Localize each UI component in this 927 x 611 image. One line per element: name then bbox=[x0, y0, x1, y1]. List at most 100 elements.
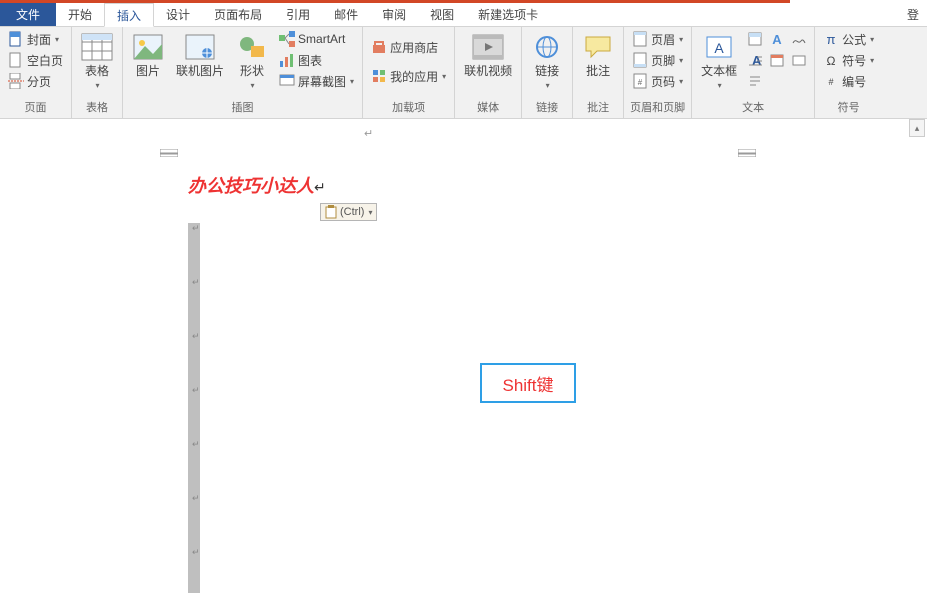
tab-newtab[interactable]: 新建选项卡 bbox=[466, 3, 550, 26]
picture-icon bbox=[132, 31, 164, 63]
chart-button[interactable]: 图表 bbox=[276, 50, 357, 70]
group-addins-label: 加载项 bbox=[368, 97, 449, 118]
my-apps-icon bbox=[371, 68, 387, 84]
page-break-label: 分页 bbox=[27, 73, 51, 90]
online-picture-button[interactable]: 联机图片 bbox=[172, 29, 228, 78]
svg-text:A: A bbox=[714, 40, 724, 56]
footer-label: 页脚 bbox=[651, 52, 675, 69]
paragraph-mark-icon: ↵ bbox=[192, 223, 200, 234]
smartart-label: SmartArt bbox=[298, 32, 345, 46]
shapes-icon bbox=[236, 31, 268, 63]
group-addins: 应用商店 我的应用 ▾ 加载项 bbox=[363, 27, 455, 118]
chevron-down-icon: ▾ bbox=[679, 35, 683, 44]
blank-page-button[interactable]: 空白页 bbox=[5, 50, 66, 70]
callout-text: Shift键 bbox=[502, 371, 553, 396]
screenshot-button[interactable]: 屏幕截图 ▾ bbox=[276, 71, 357, 91]
scroll-up-button[interactable]: ▴ bbox=[909, 119, 925, 137]
title-content: 办公技巧小达人 bbox=[188, 176, 314, 196]
object-button[interactable] bbox=[789, 50, 809, 70]
symbol-label: 符号 bbox=[842, 52, 866, 69]
comment-icon bbox=[582, 31, 614, 63]
group-media: 联机视频 媒体 bbox=[455, 27, 522, 118]
tab-references[interactable]: 引用 bbox=[274, 3, 322, 26]
smartart-button[interactable]: SmartArt bbox=[276, 29, 357, 49]
dropcap-button[interactable]: A bbox=[745, 50, 765, 70]
paste-options-button[interactable]: (Ctrl) ▾ bbox=[320, 203, 377, 221]
store-button[interactable]: 应用商店 bbox=[368, 37, 449, 57]
page-break-button[interactable]: 分页 bbox=[5, 71, 66, 91]
chevron-down-icon: ▾ bbox=[546, 81, 550, 90]
wordart-button[interactable]: A bbox=[767, 29, 787, 49]
group-links-label: 链接 bbox=[527, 97, 567, 118]
link-button[interactable]: 链接 ▾ bbox=[527, 29, 567, 92]
tab-layout[interactable]: 页面布局 bbox=[202, 3, 274, 26]
footer-button[interactable]: 页脚▾ bbox=[629, 50, 686, 70]
margin-marker-right-icon bbox=[738, 149, 756, 157]
quick-parts-button[interactable] bbox=[745, 29, 765, 49]
tab-review[interactable]: 审阅 bbox=[370, 3, 418, 26]
margin-marker-left-icon bbox=[160, 149, 178, 157]
comment-button[interactable]: 批注 bbox=[578, 29, 618, 78]
number-icon: # bbox=[823, 73, 839, 89]
screenshot-label: 屏幕截图 bbox=[298, 73, 346, 90]
number-label: 编号 bbox=[842, 73, 866, 90]
svg-text:A: A bbox=[772, 32, 782, 47]
tab-mail[interactable]: 邮件 bbox=[322, 3, 370, 26]
chevron-down-icon: ▾ bbox=[350, 77, 354, 86]
group-tables: 表格 ▾ 表格 bbox=[72, 27, 123, 118]
chevron-down-icon: ▾ bbox=[96, 81, 100, 90]
blank-page-icon bbox=[8, 52, 24, 68]
textbox-button[interactable]: A 文本框▾ bbox=[697, 29, 741, 92]
table-label: 表格 bbox=[85, 64, 109, 78]
shapes-button[interactable]: 形状▾ bbox=[232, 29, 272, 92]
tab-file[interactable]: 文件 bbox=[0, 3, 56, 26]
group-pages-label: 页面 bbox=[5, 97, 66, 118]
link-label: 链接 bbox=[535, 64, 559, 78]
page-number-icon: # bbox=[632, 73, 648, 89]
chevron-down-icon: ▾ bbox=[442, 72, 446, 81]
group-text: A 文本框▾ A A 文本 bbox=[692, 27, 815, 118]
number-button[interactable]: # 编号 bbox=[820, 71, 877, 91]
symbol-button[interactable]: Ω 符号▾ bbox=[820, 50, 877, 70]
paragraph-mark-icon: ↵ bbox=[192, 277, 200, 288]
ribbon: 封面▾ 空白页 分页 页面 表格 ▾ 表格 bbox=[0, 27, 927, 119]
paragraph-mark-icon: ↵ bbox=[314, 181, 326, 196]
document-area[interactable]: ▴ ↵ 办公技巧小达人↵ (Ctrl) ▾ ↵ ↵ ↵ ↵ ↵ ↵ ↵ Shif… bbox=[0, 119, 927, 611]
signature-button[interactable] bbox=[789, 29, 809, 49]
svg-text:Ω: Ω bbox=[827, 54, 836, 68]
my-apps-label: 我的应用 bbox=[390, 68, 438, 85]
chevron-down-icon: ▾ bbox=[679, 77, 683, 86]
tab-home[interactable]: 开始 bbox=[56, 3, 104, 26]
picture-button[interactable]: 图片 bbox=[128, 29, 168, 78]
equation-button[interactable]: π 公式▾ bbox=[820, 29, 877, 49]
text-misc-button[interactable] bbox=[745, 71, 765, 91]
online-video-button[interactable]: 联机视频 bbox=[460, 29, 516, 78]
page[interactable]: ↵ 办公技巧小达人↵ (Ctrl) ▾ ↵ ↵ ↵ ↵ ↵ ↵ ↵ Shift键 bbox=[80, 127, 840, 597]
cover-page-icon bbox=[8, 31, 24, 47]
paragraph-mark-icon: ↵ bbox=[192, 439, 200, 450]
video-icon bbox=[472, 31, 504, 63]
tab-view[interactable]: 视图 bbox=[418, 3, 466, 26]
group-hf-label: 页眉和页脚 bbox=[629, 97, 686, 118]
tab-insert[interactable]: 插入 bbox=[104, 3, 154, 27]
group-illustrations-label: 插图 bbox=[128, 97, 357, 118]
document-title-text[interactable]: 办公技巧小达人↵ bbox=[188, 172, 326, 198]
link-icon bbox=[531, 31, 563, 63]
login-link[interactable]: 登 bbox=[899, 3, 927, 26]
online-video-label: 联机视频 bbox=[464, 65, 512, 78]
paragraph-mark-icon: ↵ bbox=[364, 127, 373, 140]
page-number-button[interactable]: # 页码▾ bbox=[629, 71, 686, 91]
ribbon-tabstrip: 文件 开始 插入 设计 页面布局 引用 邮件 审阅 视图 新建选项卡 登 bbox=[0, 3, 927, 27]
svg-text:#: # bbox=[829, 77, 834, 87]
page-break-icon bbox=[8, 73, 24, 89]
tab-design[interactable]: 设计 bbox=[154, 3, 202, 26]
table-button[interactable]: 表格 ▾ bbox=[77, 29, 117, 92]
equation-icon: π bbox=[823, 31, 839, 47]
my-apps-button[interactable]: 我的应用 ▾ bbox=[368, 66, 449, 86]
header-button[interactable]: 页眉 ▾ bbox=[629, 29, 686, 49]
header-label: 页眉 bbox=[651, 31, 675, 48]
group-symbols-label: 符号 bbox=[820, 97, 877, 118]
chart-label: 图表 bbox=[298, 52, 322, 69]
date-time-button[interactable] bbox=[767, 50, 787, 70]
cover-page-button[interactable]: 封面▾ bbox=[5, 29, 66, 49]
